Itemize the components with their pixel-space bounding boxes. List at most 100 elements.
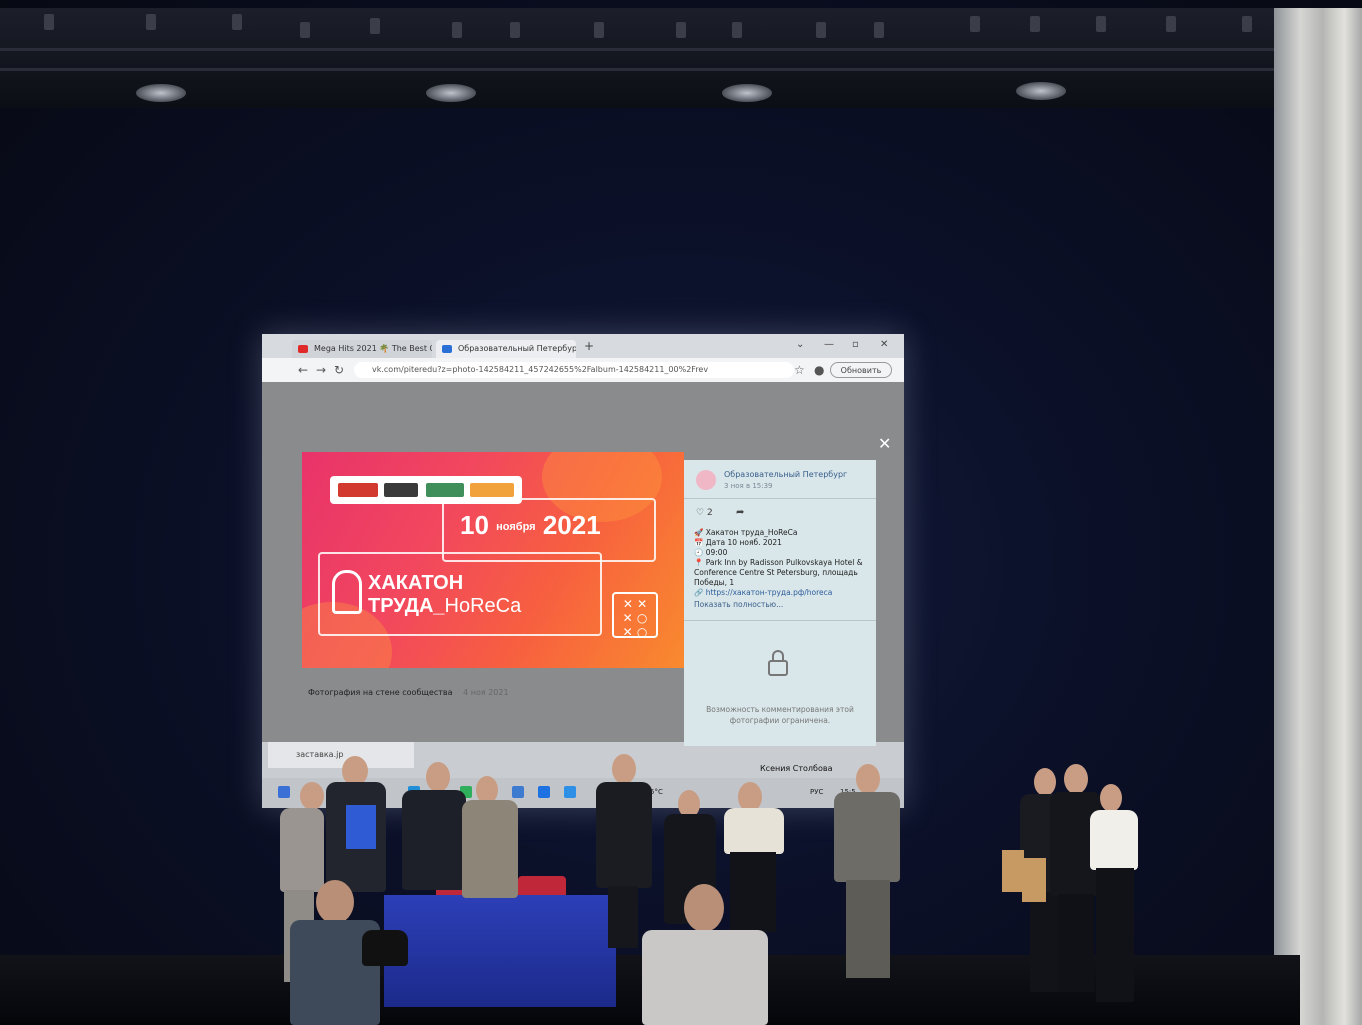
person-torso: [462, 800, 518, 898]
logo-icon: [426, 483, 464, 497]
tab-vk[interactable]: Образовательный Петербург | ✕: [436, 340, 576, 358]
spotlight: [426, 84, 476, 102]
stage-lamp: [452, 22, 462, 38]
download-filename: заставка.jp: [296, 750, 344, 759]
stage-lamp: [146, 14, 156, 30]
post-link[interactable]: 🔗 https://хакатон-труда.рф/horeca: [694, 588, 832, 597]
event-banner: 10 ноября 2021 ХАКАТОН ТРУДА_HoReCa ✕ ✕ ✕…: [302, 452, 684, 668]
stage-lamp: [44, 14, 54, 30]
post-side-panel: Образовательный Петербург 3 ноя в 15:39 …: [684, 460, 876, 746]
date-year: 2021: [542, 510, 601, 540]
tab-youtube[interactable]: Mega Hits 2021 🌴 The Best Of ✕: [292, 340, 432, 358]
date-day: 10: [460, 510, 489, 540]
photo-caption: Фотография на стене сообщества 4 ноя 202…: [308, 688, 509, 697]
truss-bar: [0, 48, 1275, 51]
app-icon[interactable]: [512, 786, 524, 798]
share-icon[interactable]: ➦: [736, 507, 744, 518]
vk-icon: [442, 345, 452, 353]
stage-lamp: [232, 14, 242, 30]
photo-author: Ксения Столбова: [760, 764, 833, 773]
logo-icon: [384, 483, 418, 497]
profile-icon[interactable]: ●: [814, 363, 824, 377]
download-bar-item[interactable]: заставка.jp: [268, 742, 414, 768]
title-part: HoReCa: [444, 595, 522, 617]
photo-scene: Mega Hits 2021 🌴 The Best Of ✕ Образоват…: [0, 0, 1362, 1025]
input-language[interactable]: РУС: [810, 788, 823, 796]
person-torso: [834, 792, 900, 882]
url-field[interactable]: vk.com/piteredu?z=photo-142584211_457242…: [354, 362, 794, 378]
zoom-icon[interactable]: [538, 786, 550, 798]
show-more-link[interactable]: Показать полностью...: [694, 600, 783, 609]
divider: [684, 498, 876, 499]
blue-folder: [346, 805, 376, 849]
gift-bag: [1022, 858, 1046, 902]
stage-lamp: [1096, 16, 1106, 32]
post-text-line: Победы, 1: [694, 578, 735, 587]
update-button[interactable]: Обновить: [830, 362, 892, 378]
minimize-icon[interactable]: —: [824, 339, 834, 350]
forward-arrow-icon[interactable]: →: [316, 363, 326, 377]
person-legs: [1096, 868, 1134, 1002]
comments-restricted-text: Возможность комментирования этой фотогра…: [706, 705, 854, 725]
chevron-down-icon[interactable]: ⌄: [796, 339, 804, 350]
person-torso: [402, 790, 466, 890]
person-head: [1064, 764, 1088, 794]
tab-title: Образовательный Петербург | ✕: [458, 344, 576, 353]
star-icon[interactable]: ☆: [794, 363, 805, 377]
truss-bar: [0, 68, 1275, 71]
person-torso: [642, 930, 768, 1025]
person-head: [856, 764, 880, 794]
app-icon[interactable]: [564, 786, 576, 798]
caption-date: 4 ноя 2021: [463, 688, 509, 697]
divider: [684, 620, 876, 621]
stage-lamp: [300, 22, 310, 38]
person-torso: [724, 808, 784, 854]
person-head: [612, 754, 636, 784]
address-bar-row: ← → ↻ vk.com/piteredu?z=photo-142584211_…: [262, 358, 904, 382]
post-text-line: 🚀 Хакатон труда_HoReCa: [694, 528, 798, 537]
photo-viewer: 10 ноября 2021 ХАКАТОН ТРУДА_HoReCa ✕ ✕ ✕…: [262, 382, 904, 746]
like-button[interactable]: ♡ 2: [696, 508, 713, 518]
gift-bag: [1002, 850, 1024, 892]
presenter-table: [384, 895, 616, 1007]
community-name[interactable]: Образовательный Петербург: [724, 470, 847, 479]
event-title-line2: ТРУДА_HoReCa: [368, 595, 521, 618]
reload-icon[interactable]: ↻: [334, 363, 344, 377]
stage-lamp: [816, 22, 826, 38]
person-head: [426, 762, 450, 792]
spotlight: [1016, 82, 1066, 100]
logo-icon: [470, 483, 514, 497]
projection-screen: Mega Hits 2021 🌴 The Best Of ✕ Образоват…: [262, 334, 904, 808]
maximize-icon[interactable]: ▫: [852, 339, 859, 350]
avatar[interactable]: [696, 470, 716, 490]
person-legs: [1058, 894, 1094, 992]
person-legs: [846, 880, 890, 978]
post-time: 3 ноя в 15:39: [724, 482, 773, 490]
close-window-icon[interactable]: ✕: [880, 339, 888, 350]
person-head: [316, 880, 354, 924]
stage-lamp: [732, 22, 742, 38]
post-text-line: 📅 Дата 10 нояб. 2021: [694, 538, 782, 547]
youtube-icon: [298, 345, 308, 353]
person-head: [1100, 784, 1122, 812]
tab-title: Mega Hits 2021 🌴 The Best Of ✕: [314, 344, 432, 353]
event-date: 10 ноября 2021: [460, 510, 601, 541]
person-torso: [280, 808, 324, 892]
new-tab-button[interactable]: +: [584, 339, 594, 353]
stage-lamp: [510, 22, 520, 38]
browser-tab-bar: Mega Hits 2021 🌴 The Best Of ✕ Образоват…: [262, 334, 904, 358]
camera-icon: [362, 930, 408, 966]
back-arrow-icon[interactable]: ←: [298, 363, 308, 377]
caption-text: Фотография на стене сообщества: [308, 688, 453, 697]
stage-lamp: [970, 16, 980, 32]
heart-icon: ♡: [696, 508, 705, 518]
close-viewer-icon[interactable]: ✕: [878, 434, 891, 453]
date-month: ноября: [496, 521, 536, 534]
lock-icon: [768, 660, 788, 676]
stage-lamp: [1166, 16, 1176, 32]
spotlight: [722, 84, 772, 102]
stage-lamp: [370, 18, 380, 34]
person-head: [300, 782, 324, 810]
title-part: ТРУДА_: [368, 595, 445, 617]
windows-start-icon[interactable]: [278, 786, 290, 798]
